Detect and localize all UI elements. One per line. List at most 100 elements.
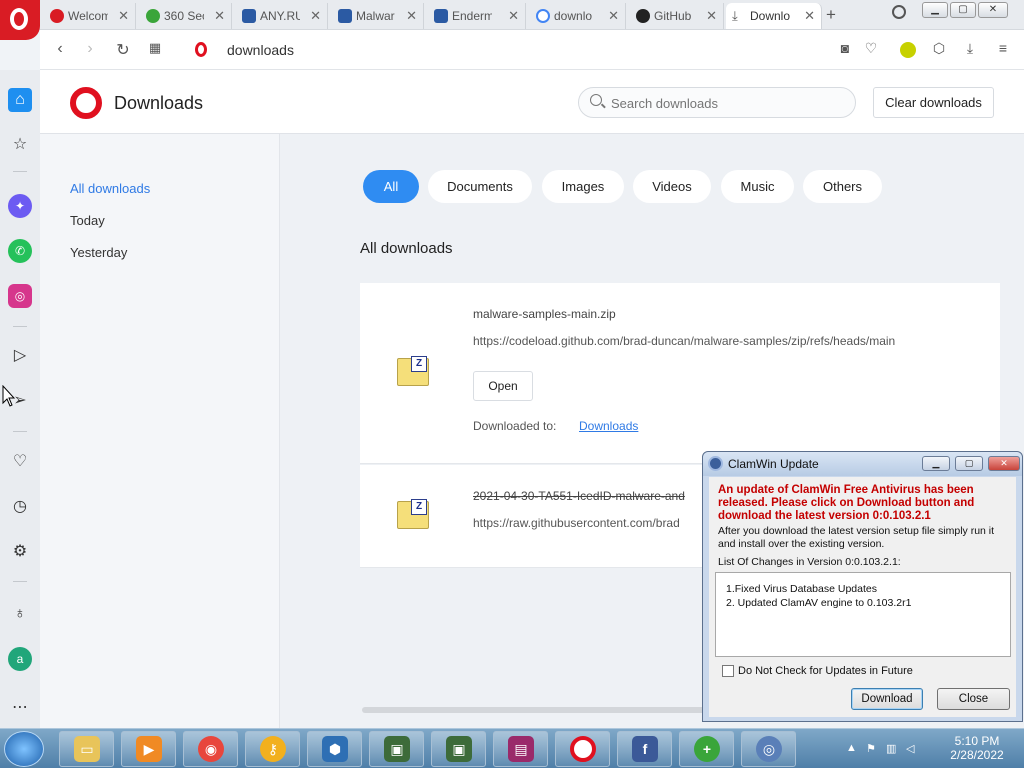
taskbar-chrome[interactable]: ◉	[183, 731, 238, 767]
tab-label: ANY.RU	[260, 9, 300, 23]
github-icon	[636, 9, 650, 23]
clear-downloads-button[interactable]: Clear downloads	[873, 87, 994, 118]
address-bar: ‹ › ↻ ▦ downloads ◙ ♡ ⬡ ⤓ ≡	[40, 30, 1024, 70]
instagram-icon[interactable]: ◎	[8, 284, 32, 308]
network-icon[interactable]: ▥	[886, 742, 896, 755]
taskbar-virtualbox[interactable]: ⬢	[307, 731, 362, 767]
reload-icon[interactable]: ↻	[113, 40, 133, 60]
search-tabs-icon[interactable]	[892, 5, 906, 19]
flag-icon[interactable]: ⚑	[866, 742, 876, 755]
filter-music[interactable]: Music	[721, 170, 794, 203]
download-icon[interactable]: ⤓	[960, 40, 980, 57]
new-tab-icon[interactable]: +	[826, 5, 836, 25]
nav-yesterday[interactable]: Yesterday	[70, 245, 127, 260]
downloaded-to-label: Downloaded to:	[473, 419, 557, 433]
nav-all-downloads[interactable]: All downloads	[70, 181, 150, 196]
tab-malware[interactable]: Malwar ✕	[332, 3, 424, 29]
taskbar-media-player[interactable]: ▶	[121, 731, 176, 767]
changes-list[interactable]: 1.Fixed Virus Database Updates 2. Update…	[715, 572, 1011, 657]
gear-icon[interactable]: ⚙	[8, 540, 32, 564]
camera-icon[interactable]: ◙	[835, 40, 855, 56]
star-icon[interactable]: ☆	[8, 133, 32, 157]
taskbar-360-security[interactable]: +	[679, 731, 734, 767]
volume-icon[interactable]: ◁	[906, 742, 914, 755]
aria-icon[interactable]: a	[8, 647, 32, 671]
tab-label: GitHub	[654, 9, 692, 23]
tab-360-security[interactable]: 360 Sec ✕	[140, 3, 232, 29]
close-window-button[interactable]: ✕	[978, 2, 1008, 18]
system-tray: ▲ ⚑ ▥ ◁ 5:10 PM 2/28/2022	[840, 729, 1024, 768]
back-icon[interactable]: ‹	[50, 40, 70, 58]
home-icon[interactable]: ⌂	[8, 88, 32, 112]
close-tab-icon[interactable]: ✕	[508, 8, 519, 24]
close-tab-icon[interactable]: ✕	[706, 8, 717, 24]
filter-videos[interactable]: Videos	[633, 170, 711, 203]
close-tab-icon[interactable]: ✕	[406, 8, 417, 24]
opera-page-icon	[195, 42, 207, 57]
taskbar-clamwin[interactable]: ◎	[741, 731, 796, 767]
change-item: 1.Fixed Virus Database Updates	[726, 583, 877, 595]
clock[interactable]: 5:10 PM 2/28/2022	[940, 734, 1014, 762]
close-dialog-button[interactable]: ✕	[988, 456, 1020, 471]
taskbar-explorer[interactable]: ▭	[59, 731, 114, 767]
close-button[interactable]: Close	[937, 688, 1010, 710]
messenger-icon[interactable]: ✦	[8, 194, 32, 218]
filter-others[interactable]: Others	[803, 170, 882, 203]
filter-documents[interactable]: Documents	[428, 170, 532, 203]
horizontal-scrollbar[interactable]	[362, 707, 722, 713]
clamwin-icon: ◎	[756, 736, 782, 762]
filter-images[interactable]: Images	[542, 170, 624, 203]
close-tab-icon[interactable]: ✕	[310, 8, 321, 24]
more-icon[interactable]: ⋯	[8, 696, 32, 720]
start-button[interactable]	[4, 731, 44, 767]
lightbulb-icon[interactable]: ♁	[8, 602, 32, 626]
minimize-button[interactable]: ▁	[922, 456, 950, 471]
close-tab-icon[interactable]: ✕	[608, 8, 619, 24]
nav-today[interactable]: Today	[70, 213, 105, 228]
open-button[interactable]: Open	[473, 371, 533, 401]
file-name[interactable]: malware-samples-main.zip	[473, 307, 616, 321]
taskbar-app-2[interactable]: ▣	[431, 731, 486, 767]
cube-icon[interactable]: ⬡	[929, 40, 949, 57]
tab-welcome[interactable]: Welcom ✕	[44, 3, 136, 29]
taskbar-app-1[interactable]: ▣	[369, 731, 424, 767]
tab-downloads[interactable]: ⤓ Downlo ✕	[726, 3, 822, 29]
maximize-button[interactable]: ▢	[955, 456, 983, 471]
tab-google-downloads[interactable]: downlo ✕	[530, 3, 626, 29]
taskbar-winrar[interactable]: ▤	[493, 731, 548, 767]
settings-sliders-icon[interactable]: ≡	[993, 40, 1013, 56]
file-name: 2021-04-30-TA551-IcedID-malware-and	[473, 489, 685, 503]
vpn-icon[interactable]	[900, 42, 916, 58]
forward-icon[interactable]: ›	[80, 40, 100, 58]
downloads-folder-link[interactable]: Downloads	[579, 419, 638, 433]
heart-icon[interactable]: ♡	[8, 450, 32, 474]
search-box[interactable]	[578, 87, 856, 118]
do-not-check-checkbox[interactable]	[722, 665, 734, 677]
do-not-check-label[interactable]: Do Not Check for Updates in Future	[738, 665, 913, 677]
history-clock-icon[interactable]: ◷	[8, 495, 32, 519]
show-hidden-icons-icon[interactable]: ▲	[846, 742, 857, 754]
filter-all[interactable]: All	[363, 170, 419, 203]
heart-icon[interactable]: ♡	[861, 40, 881, 57]
player-icon[interactable]: ▷	[8, 344, 32, 368]
dialog-titlebar[interactable]: ClamWin Update ▁ ▢ ✕	[703, 452, 1022, 476]
speed-dial-icon[interactable]: ▦	[145, 40, 165, 56]
search-input[interactable]	[611, 94, 841, 112]
tab-endermanch[interactable]: Enderm ✕	[428, 3, 526, 29]
taskbar-facebook[interactable]: f	[617, 731, 672, 767]
taskbar-opera[interactable]	[555, 731, 610, 767]
close-tab-icon[interactable]: ✕	[118, 8, 129, 24]
close-tab-icon[interactable]: ✕	[804, 8, 815, 24]
changes-label: List Of Changes in Version 0:0.103.2.1:	[718, 556, 901, 568]
maximize-button[interactable]: ▢	[950, 2, 976, 18]
download-button[interactable]: Download	[851, 688, 923, 710]
url-field[interactable]: downloads	[227, 42, 294, 58]
close-tab-icon[interactable]: ✕	[214, 8, 225, 24]
date-filter-nav: All downloads Today Yesterday	[40, 134, 280, 728]
opera-menu-button[interactable]	[0, 0, 40, 40]
whatsapp-icon[interactable]: ✆	[8, 239, 32, 263]
tab-github[interactable]: GitHub ✕	[630, 3, 724, 29]
minimize-button[interactable]: ▁	[922, 2, 948, 18]
taskbar-keepass[interactable]: ⚷	[245, 731, 300, 767]
tab-anyrun[interactable]: ANY.RU ✕	[236, 3, 328, 29]
